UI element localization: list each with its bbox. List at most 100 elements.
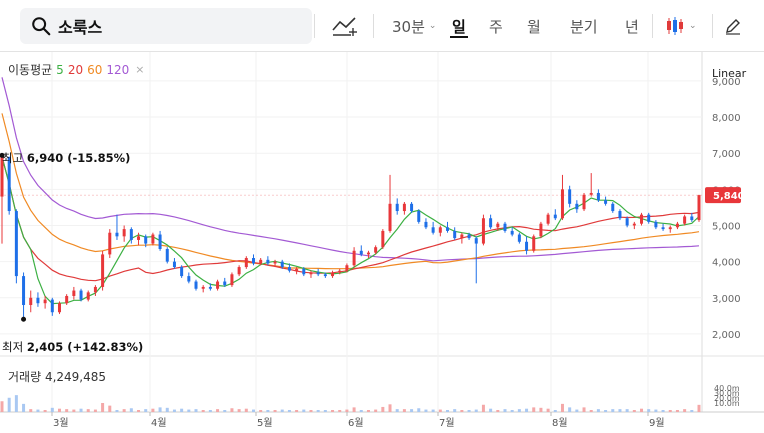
search-box[interactable]: 소룩스	[20, 8, 312, 44]
volume-bar	[158, 407, 162, 412]
candle-body	[453, 230, 457, 239]
volume-bar	[553, 410, 557, 412]
volume-bar	[611, 409, 615, 412]
candle-body	[223, 281, 227, 286]
tab-day[interactable]: 일	[450, 0, 468, 52]
tab-quarter[interactable]: 분기	[570, 0, 598, 52]
candle-body	[489, 218, 493, 228]
chevron-down-icon: ⌄	[428, 21, 437, 31]
low-annotation: 최저 2,405 (+142.83%)	[2, 339, 143, 355]
candle-body	[129, 229, 133, 240]
volume-bar	[295, 410, 299, 412]
x-tick-label: 9월	[649, 417, 665, 429]
candle-body	[86, 292, 90, 300]
candle-body	[108, 232, 112, 255]
volume-bar	[366, 410, 370, 412]
volume-bar	[359, 410, 363, 412]
volume-bar	[668, 410, 672, 412]
tab-year[interactable]: 년	[625, 0, 639, 52]
candle-body	[525, 241, 529, 251]
candle-body	[611, 203, 615, 212]
pencil-icon[interactable]	[724, 17, 742, 35]
volume-bar	[683, 409, 687, 412]
low-value: 2,405 (+142.83%)	[26, 340, 144, 354]
search-icon	[32, 17, 51, 36]
volume-bar	[144, 409, 148, 412]
interval-dropdown[interactable]: 30분 ⌄	[392, 0, 436, 52]
y-tick-label: 7,000	[712, 149, 741, 160]
volume-bar	[503, 409, 507, 412]
candle-body	[101, 254, 105, 287]
volume-bar	[251, 409, 255, 412]
candle-body	[14, 211, 18, 277]
candle-body	[517, 234, 521, 242]
candle-body	[302, 268, 306, 275]
candlestick-icon	[667, 17, 683, 35]
volume-bar	[575, 409, 579, 412]
x-tick-label: 5월	[257, 417, 273, 429]
volume-bar	[525, 408, 529, 412]
candle-body	[208, 286, 212, 289]
volume-legend: 거래량 4,249,485	[8, 368, 106, 385]
volume-bar	[216, 409, 220, 412]
candle-body	[582, 194, 586, 210]
volume-tick-label: 10.0m	[714, 399, 740, 408]
volume-bar	[331, 410, 335, 412]
candle-body	[151, 234, 155, 244]
chart-type-dropdown[interactable]: ⌄	[665, 0, 697, 52]
volume-value: 4,249,485	[44, 370, 107, 384]
candle-body	[481, 218, 485, 244]
volume-bar	[72, 409, 76, 412]
candle-body	[273, 261, 277, 264]
volume-bar	[596, 409, 600, 412]
candle-body	[251, 258, 255, 264]
candle-body	[589, 192, 593, 195]
draw-trendline-icon[interactable]	[331, 14, 359, 38]
candle-body	[115, 232, 119, 237]
volume-bar	[244, 408, 248, 412]
volume-bar	[65, 409, 69, 412]
candle-body	[424, 221, 428, 228]
candle-body	[402, 203, 406, 212]
volume-bar	[539, 407, 543, 412]
volume-bar	[431, 409, 435, 412]
price-chart[interactable]: 9,0008,0007,0006,0005,0004,0003,0002,000…	[0, 52, 764, 433]
search-query[interactable]: 소룩스	[58, 14, 102, 38]
interval-label: 30분	[392, 17, 425, 36]
volume-bar	[14, 395, 18, 412]
volume-bar	[57, 408, 61, 412]
volume-bar	[79, 408, 83, 412]
candle-body	[532, 236, 536, 251]
candle-body	[309, 272, 313, 275]
volume-bar	[568, 407, 572, 412]
candle-body	[316, 272, 320, 275]
candle-body	[29, 297, 33, 306]
candle-body	[697, 195, 701, 221]
volume-bar	[402, 409, 406, 412]
y-tick-label: 8,000	[712, 113, 741, 124]
volume-bar	[474, 409, 478, 412]
volume-bar	[280, 409, 284, 412]
volume-label: 거래량	[8, 370, 42, 384]
volume-bar	[489, 408, 493, 412]
volume-bar	[201, 410, 205, 412]
volume-bar	[287, 410, 291, 412]
candle-body	[359, 250, 363, 255]
volume-bar	[438, 409, 442, 412]
candle-body	[446, 227, 450, 231]
volume-bar	[388, 404, 392, 412]
candle-body	[345, 265, 349, 271]
candle-body	[510, 230, 514, 235]
tab-week[interactable]: 주	[489, 0, 503, 52]
ma-5-line	[1, 156, 700, 305]
y-tick-label: 2,000	[712, 330, 741, 341]
tab-month[interactable]: 월	[527, 0, 541, 52]
y-tick-label: 4,000	[712, 258, 741, 269]
ma-120-line	[1, 77, 700, 262]
current-price-label: 5,840	[713, 191, 745, 202]
x-tick-label: 7월	[439, 417, 455, 429]
candle-body	[374, 247, 378, 253]
candle-body	[72, 290, 76, 296]
candle-body	[690, 216, 694, 221]
candle-body	[668, 227, 672, 230]
